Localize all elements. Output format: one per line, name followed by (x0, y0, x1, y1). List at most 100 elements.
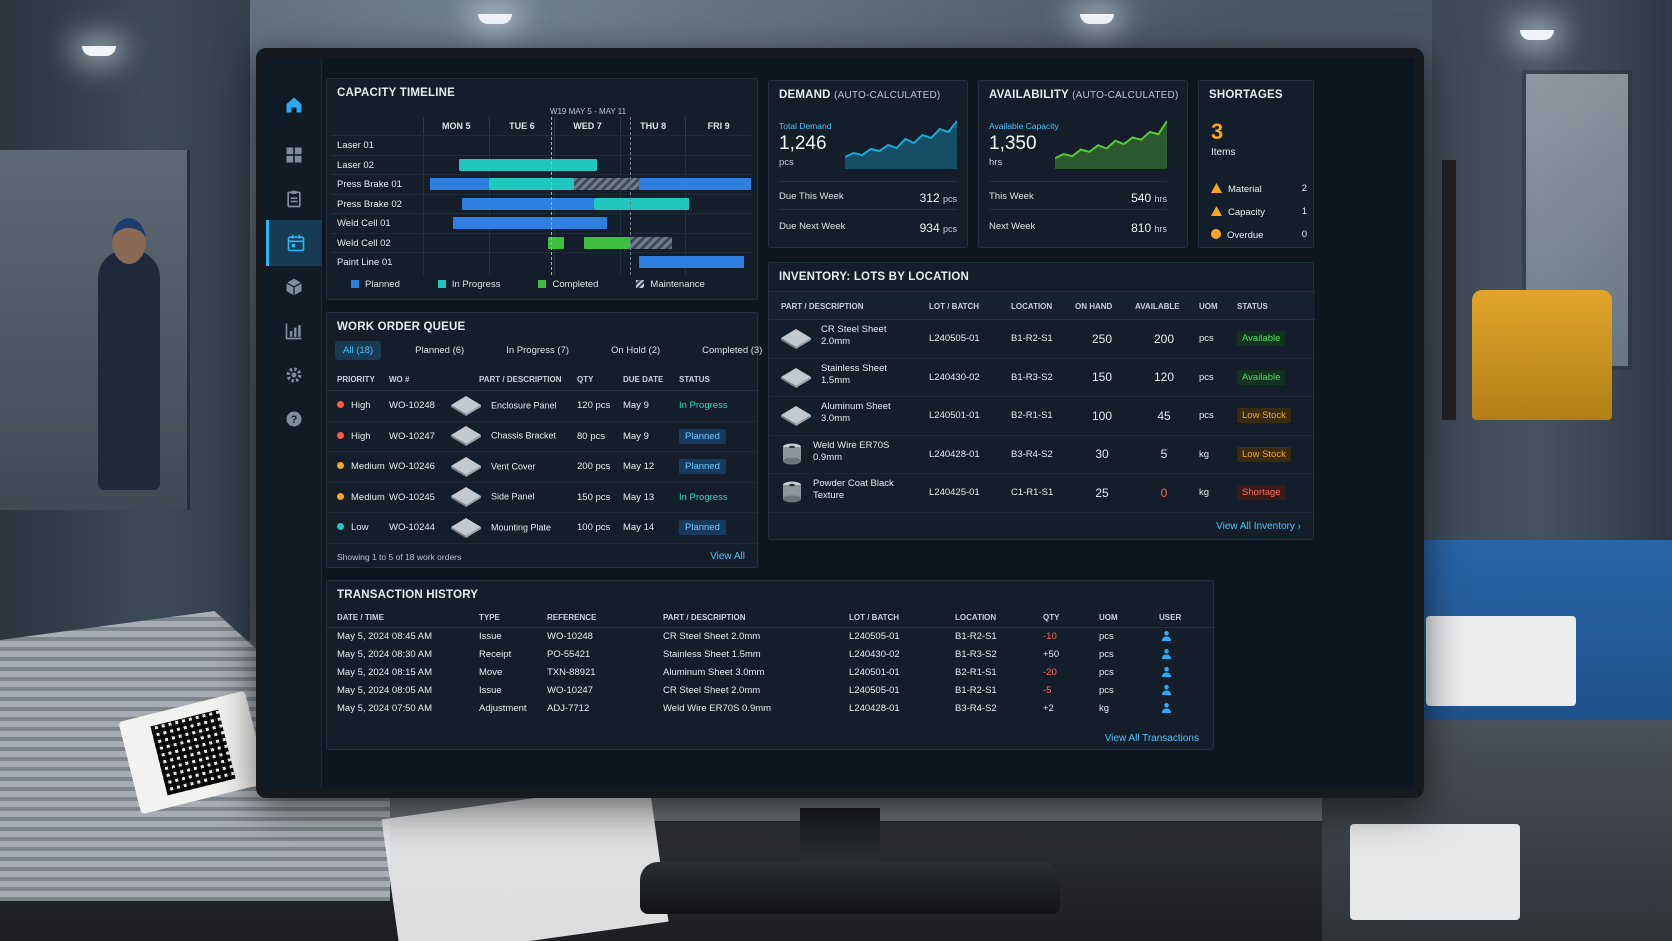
column-header: QTY (573, 369, 619, 391)
legend-swatch (538, 280, 547, 288)
column-header: AVAILABLE (1129, 291, 1193, 320)
work-order-tab[interactable]: All (18) (335, 341, 382, 360)
divider (779, 209, 957, 210)
gantt-bar[interactable] (593, 197, 689, 210)
nav-work-orders[interactable] (266, 176, 322, 222)
kpi-row-number: 934 (919, 221, 940, 235)
shortage-count: 3 (1211, 119, 1224, 144)
gantt-bar[interactable] (459, 158, 597, 171)
status-cell: Low Stock (1231, 435, 1315, 474)
table-row[interactable]: May 5, 2024 08:05 AM Issue WO-10247 CR Stee… (327, 682, 1215, 700)
view-all-work-orders-link[interactable]: View All (710, 551, 745, 562)
table-row[interactable]: Medium WO-10245 Side Panel 150 pcs May 13 In … (327, 482, 759, 513)
table-row[interactable]: Medium WO-10246 Vent Cover 200 pcs May 12 Pla… (327, 452, 759, 482)
nav-help[interactable]: ? (266, 396, 322, 442)
gantt-bar[interactable] (452, 217, 607, 229)
kpi-row-number: 540 (1131, 191, 1152, 205)
panel-title: AVAILABILITY (AUTO-CALCULATED) (989, 89, 1179, 101)
part-name: Side Panel (491, 491, 535, 502)
table-row[interactable]: May 5, 2024 08:30 AM Receipt PO-55421 Stain… (327, 646, 1215, 664)
nav-home[interactable] (266, 82, 322, 128)
gantt-bar[interactable] (639, 256, 745, 268)
user-icon[interactable] (1161, 702, 1172, 713)
gantt-resource-label: Weld Cell 01 (337, 218, 391, 229)
work-order-tab[interactable]: Planned (6) (407, 341, 472, 360)
view-all-inventory-link[interactable]: View All Inventory › (1216, 521, 1301, 532)
shortage-row[interactable]: Material 2 (1211, 183, 1307, 195)
table-row[interactable]: Low WO-10244 Mounting Plate 100 pcs May 14 Pl… (327, 513, 759, 543)
user-icon[interactable] (1161, 630, 1172, 641)
legend-item: Planned (351, 279, 400, 290)
column-header: LOT / BATCH (845, 607, 951, 628)
gantt-bar[interactable] (583, 236, 630, 249)
table-row[interactable]: High WO-10247 Chassis Bracket 80 pcs May 9 Pl… (327, 421, 759, 452)
wo-number: WO-10247 (389, 430, 435, 442)
user-icon[interactable] (1161, 648, 1172, 659)
lot-cell: L240501-01 (929, 410, 980, 422)
kpi-row: Due This Week 312 pcs (779, 191, 957, 205)
user-icon[interactable] (1161, 666, 1172, 677)
shortage-row[interactable]: Overdue 0 (1211, 229, 1307, 241)
kpi-unit: pcs (779, 157, 794, 168)
lot-cell: L240501-01 (849, 667, 900, 678)
work-order-tab[interactable]: In Progress (7) (498, 341, 577, 360)
shortage-count-label: Items (1211, 147, 1236, 158)
availability-sparkline (1055, 120, 1167, 169)
user-cell (1155, 700, 1215, 718)
shortage-row[interactable]: Capacity 1 (1211, 206, 1307, 218)
panel-title: CAPACITY TIMELINE (337, 87, 455, 99)
column-header: UOM (1193, 291, 1231, 320)
monitor: ? CAPACITY TIMELINE W19 MAY 5 - MAY 11 M… (256, 48, 1424, 798)
column-header: TYPE (475, 607, 543, 628)
gantt-bar[interactable] (639, 178, 751, 190)
qty-cell: 100 pcs (577, 522, 611, 534)
gantt-resource-label: Press Brake 02 (337, 198, 402, 210)
lot-cell: L240425-01 (929, 487, 980, 499)
qty-cell: +2 (1043, 703, 1054, 714)
location-cell: B3-R4-S2 (955, 703, 997, 714)
gantt-bar[interactable] (462, 197, 594, 210)
table-row[interactable]: Stainless Sheet 1.5mm L240430-02 B1-R3-S2 15… (769, 358, 1315, 397)
lot-cell: L240505-01 (929, 333, 980, 345)
nav-reports[interactable] (266, 308, 322, 354)
table-row[interactable]: Powder Coat Black Texture L240425-01 C1-R1-… (769, 474, 1315, 512)
nav-settings[interactable] (266, 352, 322, 398)
location-cell: B2-R1-S1 (1011, 410, 1053, 422)
table-row[interactable]: High WO-10248 Enclosure Panel 120 pcs May 9 I… (327, 391, 759, 421)
uom-cell: kg (1099, 703, 1110, 714)
view-all-transactions-link[interactable]: View All Transactions (1105, 733, 1199, 744)
user-icon[interactable] (1161, 684, 1172, 695)
status-badge: Available (1237, 331, 1286, 347)
gantt-day-header: TUE 6 (488, 117, 555, 135)
lot-cell: L240430-02 (849, 649, 900, 660)
table-row[interactable]: Aluminum Sheet 3.0mm L240501-01 B2-R1-S1 100… (769, 397, 1315, 435)
table-row[interactable]: May 5, 2024 07:50 AM Adjustment ADJ-7712 We… (327, 700, 1215, 718)
gantt-bar[interactable] (429, 178, 489, 190)
table-row[interactable]: Weld Wire ER70S 0.9mm L240428-01 B3-R4-S2 30… (769, 435, 1315, 474)
uom-cell: pcs (1099, 667, 1114, 678)
table-row[interactable]: CR Steel Sheet 2.0mm L240505-01 B1-R2-S1 250… (769, 320, 1315, 358)
nav-dashboard[interactable] (266, 132, 322, 178)
sheet-metal-icon (449, 423, 483, 449)
column-header: UOM (1095, 607, 1155, 628)
divider (779, 181, 957, 182)
table-row[interactable]: May 5, 2024 08:15 AM Move TXN-88921 Aluminu… (327, 664, 1215, 682)
priority-dot (337, 401, 344, 409)
work-order-tab[interactable]: On Hold (2) (603, 341, 668, 360)
kpi-row: This Week 540 hrs (989, 191, 1167, 205)
nav-inventory[interactable] (266, 264, 322, 310)
gantt-bar[interactable] (488, 178, 574, 190)
availability-panel: AVAILABILITY (AUTO-CALCULATED) Available… (978, 80, 1188, 248)
qty-cell: -5 (1043, 685, 1052, 696)
location-cell: B1-R2-S1 (955, 631, 997, 643)
table-row[interactable]: May 5, 2024 08:45 AM Issue WO-10248 CR Stee… (327, 628, 1215, 646)
gantt-bar[interactable] (629, 236, 673, 249)
type-cell: Adjustment (479, 703, 527, 714)
priority-label: Medium (351, 491, 385, 503)
work-order-tab[interactable]: Completed (3) (694, 341, 770, 360)
nav-scheduling[interactable] (266, 220, 322, 266)
status-badge: In Progress (679, 400, 728, 412)
qty-cell: 200 pcs (577, 461, 611, 473)
kpi-row-label: Due Next Week (779, 221, 846, 232)
table-header-row: DATE / TIME TYPE REFERENCE PART / DESCRIPTI… (327, 607, 1215, 628)
